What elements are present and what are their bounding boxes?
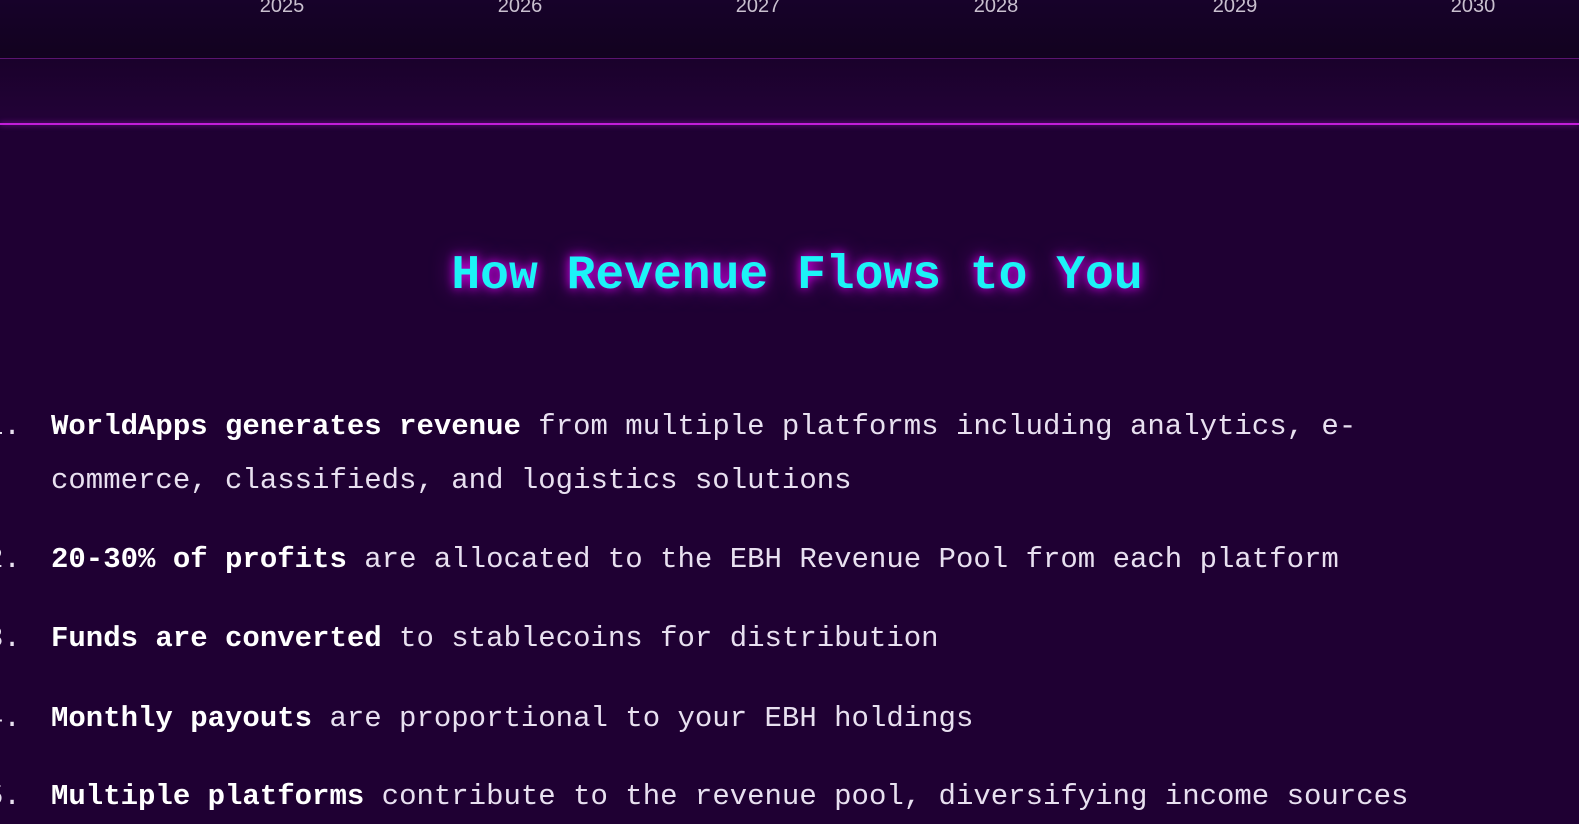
x-axis-tick: 2027 — [735, 0, 781, 17]
step-description-continued: commerce, classifieds, and logistics sol… — [51, 464, 852, 497]
step-highlight: Funds are converted — [51, 622, 382, 655]
x-axis-tick: 2025 — [259, 0, 305, 17]
section-title: How Revenue Flows to You — [451, 249, 1143, 303]
step-text: WorldApps generates revenue from multipl… — [51, 400, 1356, 508]
step-number: 5. — [0, 780, 21, 813]
x-axis-tick: 2026 — [497, 0, 543, 17]
x-axis-tick: 2028 — [973, 0, 1019, 17]
step-description: to stablecoins for distribution — [381, 622, 939, 655]
step-description: contribute to the revenue pool, diversif… — [364, 780, 1409, 813]
step-text: Monthly payouts are proportional to your… — [51, 692, 973, 746]
step-text: Funds are converted to stablecoins for d… — [51, 612, 939, 666]
step-number: 3. — [0, 622, 21, 655]
step-description: from multiple platforms including analyt… — [520, 410, 1357, 443]
step-description: are allocated to the EBH Revenue Pool fr… — [346, 543, 1339, 576]
chart-container-footer — [0, 59, 1579, 123]
step-number: 1. — [0, 410, 21, 443]
step-highlight: Multiple platforms — [51, 780, 365, 813]
neon-divider — [0, 123, 1579, 125]
x-axis-tick: 2029 — [1212, 0, 1258, 17]
step-text: Multiple platforms contribute to the rev… — [51, 770, 1408, 824]
step-number: 2. — [0, 543, 21, 576]
step-highlight: WorldApps generates revenue — [51, 410, 521, 443]
step-number: 4. — [0, 702, 21, 735]
step-text: 20-30% of profits are allocated to the E… — [51, 533, 1339, 587]
x-axis-tick: 2030 — [1450, 0, 1496, 17]
step-highlight: Monthly payouts — [51, 702, 313, 735]
step-highlight: 20-30% of profits — [51, 543, 347, 576]
revenue-chart-x-axis: 2025 2026 2027 2028 2029 2030 — [0, 0, 1579, 58]
step-description: are proportional to your EBH holdings — [312, 702, 974, 735]
